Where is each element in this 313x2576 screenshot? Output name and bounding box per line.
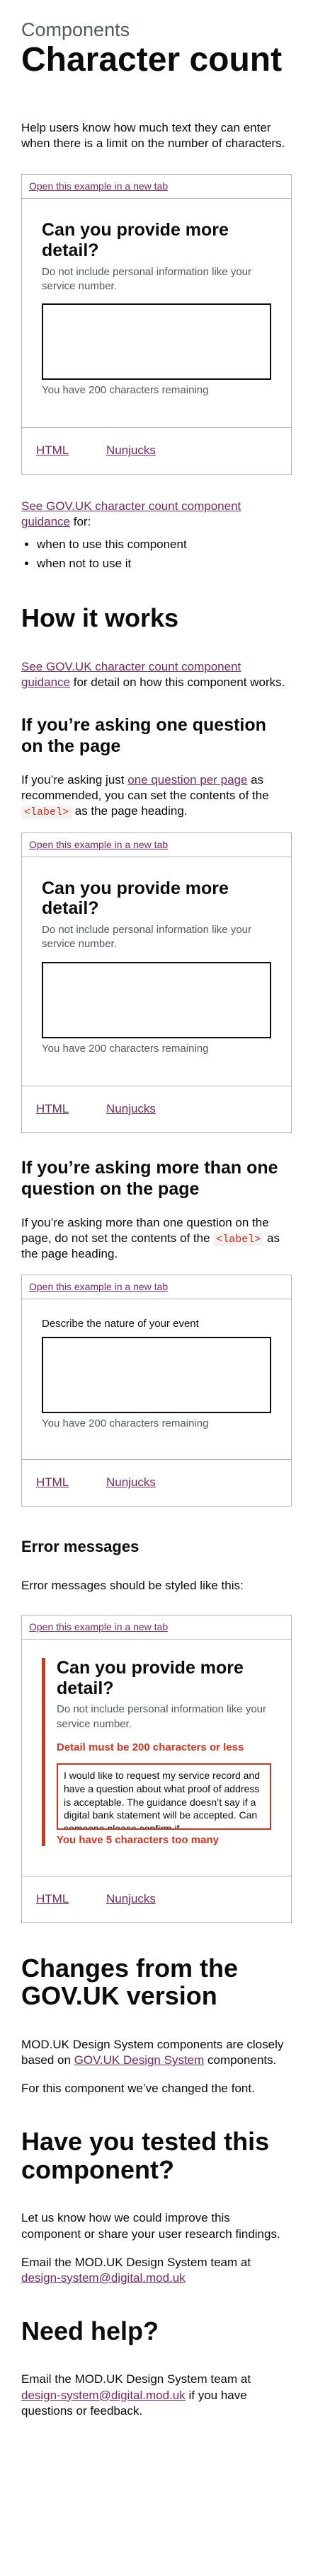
example-preview: Can you provide more detail? Do not incl… bbox=[22, 199, 291, 427]
question-label: Can you provide more detail? bbox=[42, 878, 229, 919]
tab-nunjucks[interactable]: Nunjucks bbox=[106, 443, 156, 457]
label-code: <label> bbox=[21, 806, 72, 820]
hint-text: Do not include personal information like… bbox=[57, 1703, 266, 1730]
example-multiple-questions: Open this example in a new tab Describe … bbox=[21, 1275, 292, 1507]
example-bar: Open this example in a new tab bbox=[22, 1275, 291, 1300]
example-page-heading: Open this example in a new tab Can you p… bbox=[21, 832, 292, 1133]
page-title: Character count bbox=[21, 40, 283, 79]
tab-html[interactable]: HTML bbox=[36, 1892, 69, 1905]
label-code: <label> bbox=[213, 1232, 264, 1246]
example-preview: Describe the nature of your event You ha… bbox=[22, 1299, 291, 1459]
error-messages-heading: Error messages bbox=[21, 1538, 140, 1556]
tab-html[interactable]: HTML bbox=[36, 443, 69, 457]
code-tabs: HTML Nunjucks bbox=[22, 1085, 291, 1132]
example-preview: Can you provide more detail? Do not incl… bbox=[22, 857, 291, 1086]
example-default: Open this example in a new tab Can you p… bbox=[21, 174, 292, 475]
help-heading: Need help? bbox=[21, 2316, 159, 2345]
text: as the page heading. bbox=[72, 804, 188, 818]
email-link[interactable]: design-system@digital.mod.uk bbox=[21, 2389, 186, 2402]
detail-textarea-error[interactable]: I would like to request my service recor… bbox=[57, 1763, 271, 1830]
error-messages-paragraph: Error messages should be styled like thi… bbox=[21, 1578, 244, 1592]
open-example-link[interactable]: Open this example in a new tab bbox=[29, 839, 168, 850]
guidance-paragraph: See GOV.UK character count component gui… bbox=[21, 499, 292, 530]
tested-paragraph: Let us know how we could improve this co… bbox=[21, 2211, 280, 2241]
example-bar: Open this example in a new tab bbox=[22, 1615, 291, 1640]
tested-email-paragraph: Email the MOD.UK Design System team at de… bbox=[21, 2255, 292, 2286]
hint-text: Do not include personal information like… bbox=[42, 924, 251, 951]
code-tabs: HTML Nunjucks bbox=[22, 1459, 291, 1506]
event-textarea[interactable] bbox=[42, 1337, 271, 1414]
tab-nunjucks[interactable]: Nunjucks bbox=[106, 1102, 156, 1115]
hint-text: Do not include personal information like… bbox=[42, 265, 251, 293]
page-caption: Components bbox=[21, 19, 130, 40]
text: If you’re asking just bbox=[21, 772, 128, 787]
help-paragraph: Email the MOD.UK Design System team at d… bbox=[21, 2372, 292, 2418]
tab-html[interactable]: HTML bbox=[36, 1475, 69, 1489]
changes-paragraph: MOD.UK Design System components are clos… bbox=[21, 2037, 292, 2068]
email-link[interactable]: design-system@digital.mod.uk bbox=[21, 2271, 186, 2285]
changes-font-paragraph: For this component we’ve changed the fon… bbox=[21, 2082, 255, 2096]
multi-question-heading: If you’re asking more than one question … bbox=[21, 1157, 278, 1199]
tab-nunjucks[interactable]: Nunjucks bbox=[106, 1475, 156, 1489]
guidance-suffix: for: bbox=[70, 515, 91, 529]
detail-textarea[interactable] bbox=[42, 303, 271, 381]
open-example-link[interactable]: Open this example in a new tab bbox=[29, 180, 168, 192]
event-label: Describe the nature of your event bbox=[42, 1318, 199, 1330]
list-item: when not to use it bbox=[37, 555, 292, 573]
tab-html[interactable]: HTML bbox=[36, 1102, 69, 1115]
open-example-link[interactable]: Open this example in a new tab bbox=[29, 1621, 168, 1632]
question-label: Can you provide more detail? bbox=[57, 1657, 244, 1698]
page: Components Character count Help users kn… bbox=[0, 0, 313, 2419]
lead-paragraph: Help users know how much text they can e… bbox=[21, 121, 285, 151]
how-it-works-suffix: for detail on how this component works. bbox=[70, 675, 285, 689]
guidance-link[interactable]: See GOV.UK character count component gui… bbox=[21, 499, 241, 528]
text: Email the MOD.UK Design System team at bbox=[21, 2255, 251, 2269]
example-preview: Can you provide more detail? Do not incl… bbox=[22, 1640, 291, 1876]
example-bar: Open this example in a new tab bbox=[22, 833, 291, 857]
guidance-list: when to use this component when not to u… bbox=[21, 535, 292, 573]
govuk-design-system-link[interactable]: GOV.UK Design System bbox=[74, 2053, 205, 2067]
open-example-link[interactable]: Open this example in a new tab bbox=[29, 1281, 168, 1292]
question-label: Can you provide more detail? bbox=[42, 220, 229, 261]
example-bar: Open this example in a new tab bbox=[22, 175, 291, 199]
text: components. bbox=[204, 2053, 277, 2067]
example-error: Open this example in a new tab Can you p… bbox=[21, 1614, 292, 1923]
text: Email the MOD.UK Design System team at bbox=[21, 2372, 251, 2386]
character-count-message: You have 200 characters remaining bbox=[42, 1417, 209, 1430]
code-tabs: HTML Nunjucks bbox=[22, 1875, 291, 1922]
character-count-error: You have 5 characters too many bbox=[57, 1833, 219, 1846]
one-question-paragraph: If you’re asking just one question per p… bbox=[21, 772, 292, 820]
code-tabs: HTML Nunjucks bbox=[22, 427, 291, 474]
how-it-works-heading: How it works bbox=[21, 603, 179, 633]
one-question-heading: If you’re asking one question on the pag… bbox=[21, 714, 266, 756]
tab-nunjucks[interactable]: Nunjucks bbox=[106, 1892, 156, 1905]
list-item: when to use this component bbox=[37, 535, 292, 554]
changes-heading: Changes from the GOV.UK version bbox=[21, 1953, 239, 2011]
error-form-group: Can you provide more detail? Do not incl… bbox=[42, 1657, 271, 1846]
character-count-message: You have 200 characters remaining bbox=[42, 384, 209, 397]
one-question-per-page-link[interactable]: one question per page bbox=[127, 773, 247, 787]
detail-textarea[interactable] bbox=[42, 961, 271, 1038]
tested-heading: Have you tested this component? bbox=[21, 2127, 270, 2184]
how-it-works-paragraph: See GOV.UK character count component gui… bbox=[21, 659, 292, 690]
multi-question-paragraph: If you’re asking more than one question … bbox=[21, 1215, 292, 1263]
error-message: Detail must be 200 characters or less bbox=[57, 1741, 244, 1753]
character-count-message: You have 200 characters remaining bbox=[42, 1042, 209, 1055]
